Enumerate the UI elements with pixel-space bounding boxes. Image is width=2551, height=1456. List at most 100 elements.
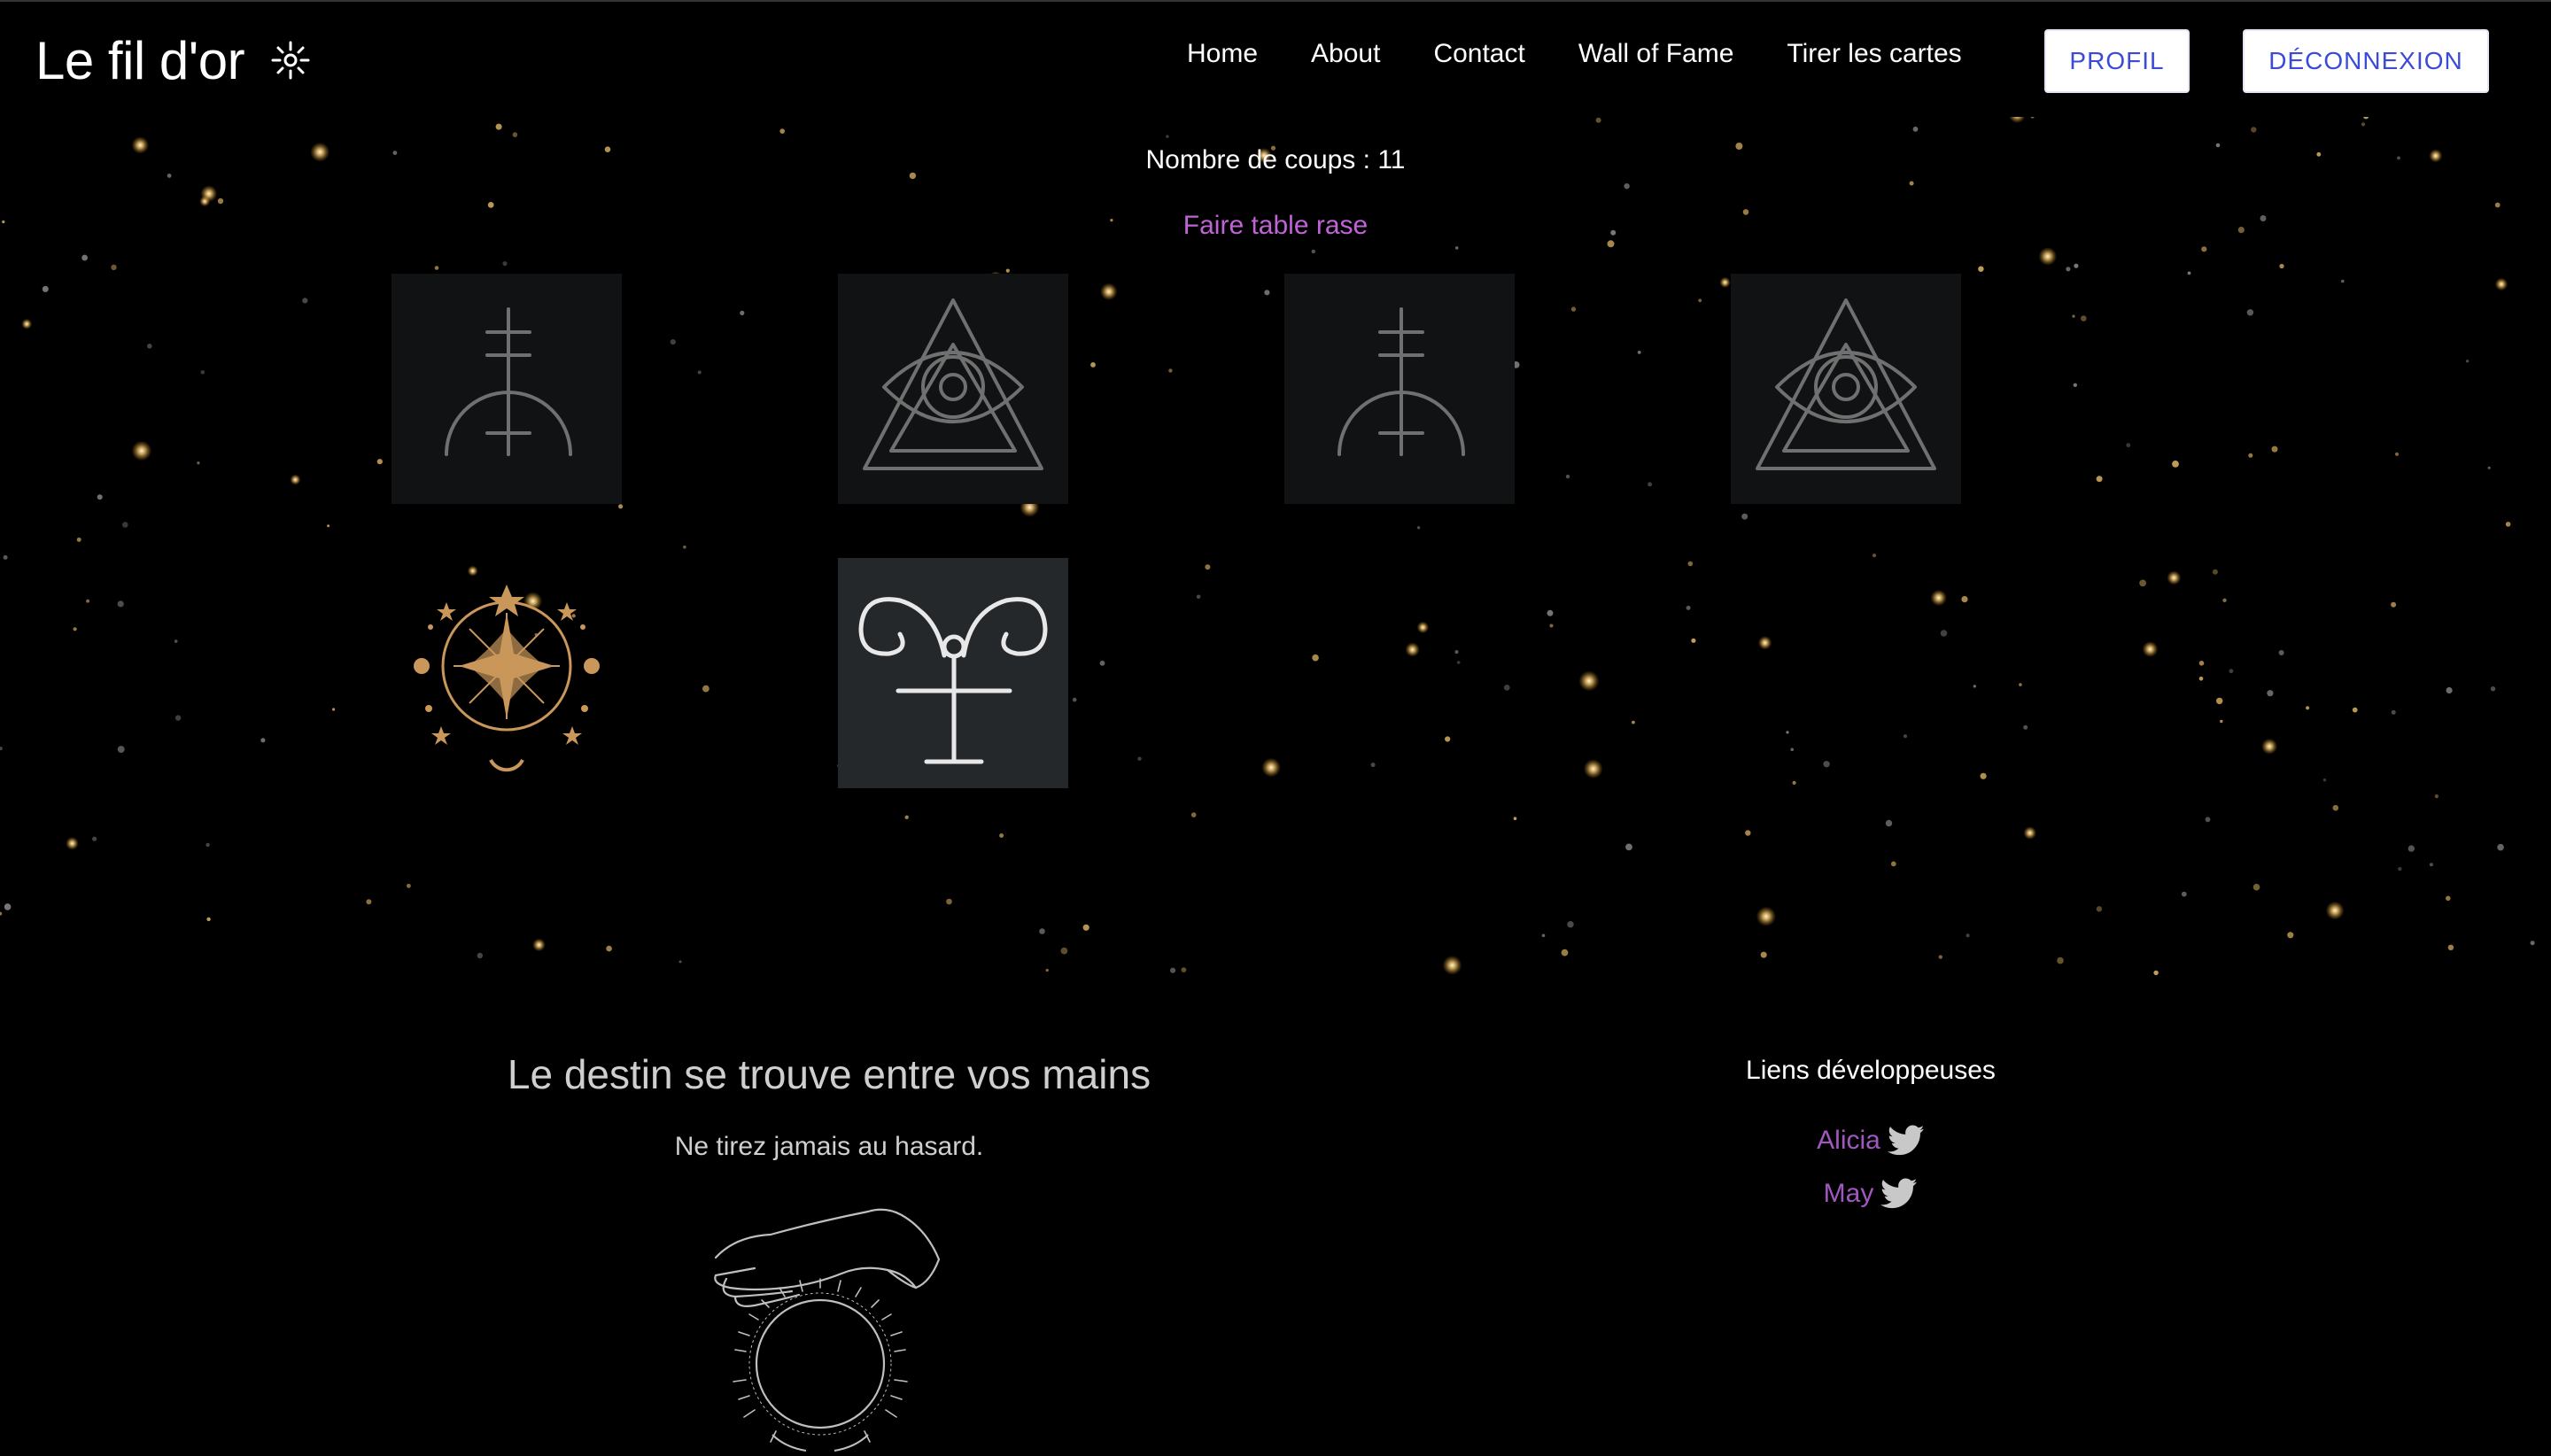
star xyxy=(1416,526,1421,530)
star xyxy=(199,196,211,207)
star xyxy=(2142,641,2159,657)
star xyxy=(2139,579,2147,587)
deconnexion-button[interactable]: DÉCONNEXION xyxy=(2243,29,2489,93)
star xyxy=(2391,601,2397,608)
star xyxy=(1456,661,1461,664)
star xyxy=(1137,756,1142,761)
nav-about[interactable]: About xyxy=(1311,39,1380,69)
star xyxy=(1549,623,1554,628)
star xyxy=(1503,685,1510,691)
star xyxy=(2287,932,2294,939)
star xyxy=(2126,443,2131,448)
star xyxy=(2446,686,2453,694)
star xyxy=(260,738,266,743)
star xyxy=(2220,719,2223,724)
all-seeing-eye-icon xyxy=(1756,298,1936,470)
nav-wall-of-fame[interactable]: Wall of Fame xyxy=(1578,39,1734,69)
star xyxy=(2408,845,2415,852)
brand-link[interactable]: Le fil d'or xyxy=(35,28,312,92)
star xyxy=(1756,906,1777,926)
star xyxy=(1973,685,1976,688)
star xyxy=(2429,863,2433,867)
star xyxy=(147,344,152,349)
star xyxy=(1625,843,1632,851)
twitter-icon xyxy=(1887,1125,1925,1157)
reset-game-link[interactable]: Faire table rase xyxy=(0,211,2551,241)
star xyxy=(1181,967,1187,972)
star xyxy=(2361,122,2366,127)
star xyxy=(1595,117,1601,123)
star xyxy=(1264,290,1270,296)
star xyxy=(2271,445,2278,453)
star xyxy=(1823,761,1830,768)
star xyxy=(1757,636,1772,650)
nav-contact[interactable]: Contact xyxy=(1433,39,1524,69)
brand-title: Le fil d'or xyxy=(35,30,245,90)
aries-symbol-icon xyxy=(858,597,1048,764)
star xyxy=(2216,697,2223,705)
star xyxy=(1980,772,1987,779)
navbar: Le fil d'or Home About Contact Wall of F… xyxy=(0,0,2551,117)
star xyxy=(0,911,3,916)
card-5[interactable] xyxy=(392,558,622,788)
star xyxy=(1912,126,1919,132)
star xyxy=(1686,605,1691,610)
star xyxy=(21,318,33,329)
star xyxy=(0,747,3,751)
star xyxy=(502,261,508,267)
star xyxy=(2187,271,2191,275)
card-6[interactable] xyxy=(838,558,1068,788)
star xyxy=(1100,283,1118,301)
star xyxy=(1454,650,1459,654)
nav-tirer-les-cartes[interactable]: Tirer les cartes xyxy=(1787,39,1961,69)
dev-link-may[interactable]: May xyxy=(1694,1178,2048,1210)
star xyxy=(2447,944,2454,950)
star xyxy=(81,254,88,261)
star xyxy=(407,883,411,888)
footer-subtitle: Ne tirez jamais au hasard. xyxy=(674,1132,984,1161)
card-2[interactable] xyxy=(838,274,1068,504)
star xyxy=(1745,830,1751,836)
star xyxy=(2341,279,2345,283)
star xyxy=(1082,924,1089,931)
star xyxy=(111,264,117,271)
star xyxy=(670,339,676,345)
star xyxy=(2487,466,2491,469)
star xyxy=(2229,669,2234,674)
dev-name: May xyxy=(1823,1179,1874,1208)
star xyxy=(1578,670,1600,692)
star xyxy=(1940,630,1948,637)
star xyxy=(217,197,224,205)
star xyxy=(1637,351,1641,354)
star xyxy=(2246,309,2254,316)
star xyxy=(1567,921,1574,928)
dev-links-heading: Liens développeuses xyxy=(1746,1056,1996,1085)
star xyxy=(2212,569,2218,575)
star xyxy=(1790,747,1794,752)
star xyxy=(1311,249,1316,254)
star xyxy=(1632,720,1635,724)
alchemical-cross-icon xyxy=(445,307,572,456)
card-3[interactable] xyxy=(1284,274,1515,504)
star xyxy=(1698,298,1702,303)
all-seeing-eye-icon xyxy=(863,298,1043,470)
star xyxy=(1170,967,1176,973)
nav-home[interactable]: Home xyxy=(1187,39,1258,69)
star xyxy=(4,903,12,910)
card-4[interactable] xyxy=(1731,274,1961,504)
dev-link-alicia[interactable]: Alicia xyxy=(1694,1125,2048,1157)
star xyxy=(1405,642,1420,657)
star xyxy=(1961,596,1968,603)
star xyxy=(205,842,210,848)
star xyxy=(697,370,702,375)
star xyxy=(1513,817,1517,820)
star xyxy=(1624,183,1630,190)
star xyxy=(999,833,1004,838)
card-1[interactable] xyxy=(392,274,622,504)
star xyxy=(740,310,745,315)
star xyxy=(1196,594,1201,600)
nav-links: Home About Contact Wall of Fame Tirer le… xyxy=(1187,39,2015,69)
profil-button[interactable]: PROFIL xyxy=(2044,29,2190,93)
star xyxy=(2505,522,2511,527)
star xyxy=(1792,780,1796,786)
